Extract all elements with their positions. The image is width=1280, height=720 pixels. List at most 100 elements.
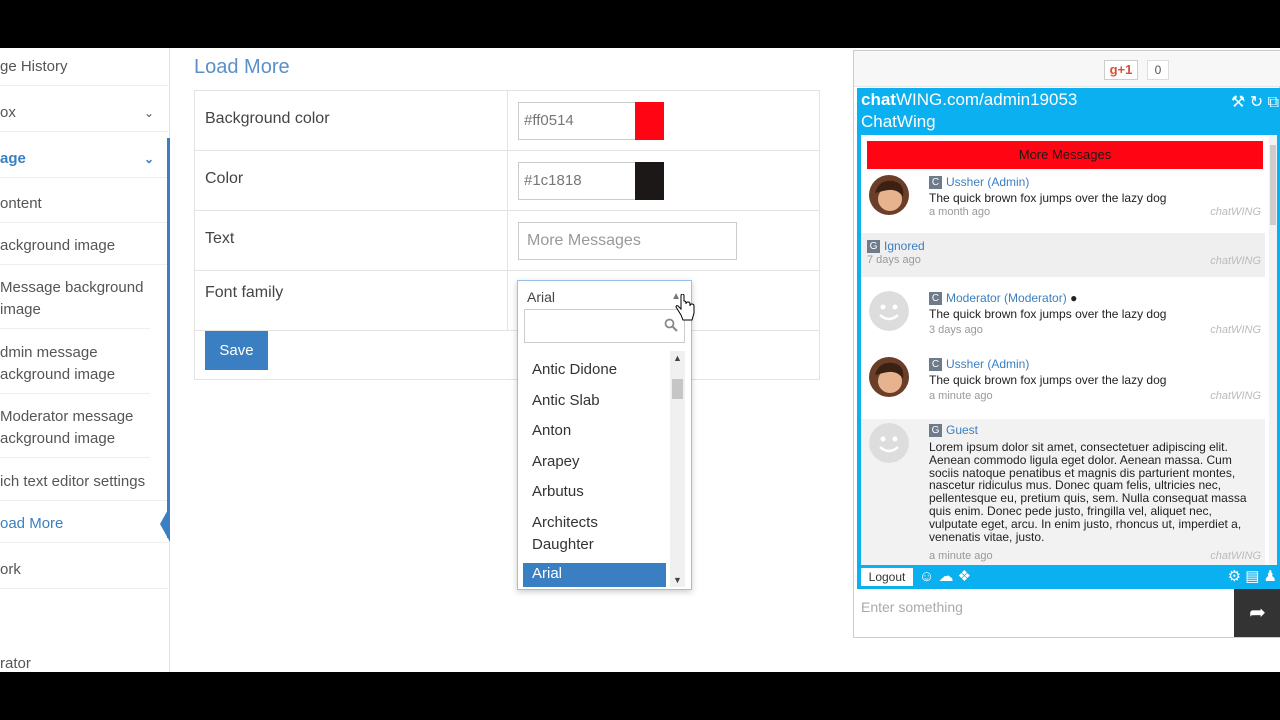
scroll-down-icon[interactable]: ▼ xyxy=(673,575,682,585)
text-input[interactable]: More Messages xyxy=(518,222,737,260)
color-swatch[interactable] xyxy=(635,162,664,200)
emoticon-icon[interactable]: ☺ xyxy=(919,568,934,585)
message-author[interactable]: C Ussher (Admin) xyxy=(929,357,1030,372)
guest-badge-icon: G xyxy=(929,424,942,438)
sidebar-item-label: ox xyxy=(0,104,16,121)
gear-icon[interactable]: ⚙ xyxy=(1228,568,1241,585)
message-time: a month ago xyxy=(929,206,991,218)
chat-message: G Guest Lorem ipsum dolor sit amet, conse… xyxy=(861,419,1265,565)
font-option[interactable]: Architects Daughter xyxy=(523,512,623,556)
message-author[interactable]: G Ignored xyxy=(867,239,925,254)
chat-url-rest: WING.com/admin19053 xyxy=(895,90,1078,109)
chatwing-brand: chatWING xyxy=(1210,324,1261,336)
sidebar-item-message-history[interactable]: ge History xyxy=(0,56,168,86)
wrench-icon[interactable]: ⚒ xyxy=(1231,94,1245,111)
fish-icon[interactable]: ❖ xyxy=(958,568,971,585)
sidebar-item-moderator[interactable]: rator xyxy=(0,653,168,672)
rss-icon[interactable]: ▤ xyxy=(1245,568,1259,585)
font-option[interactable]: Anton xyxy=(523,420,666,442)
font-option[interactable]: Arbutus xyxy=(523,481,666,503)
font-search-input[interactable] xyxy=(524,309,685,343)
load-more-button[interactable]: More Messages xyxy=(867,141,1263,169)
sidebar-item-network[interactable]: ork xyxy=(0,559,168,589)
send-arrow-icon[interactable]: ➦ xyxy=(1234,589,1280,637)
chat-box: chatWING.com/admin19053 ChatWing ⚒ ↻ ⧉ M… xyxy=(857,88,1280,637)
google-plus-button[interactable]: g+1 xyxy=(1104,60,1138,80)
chat-bubble-icon[interactable]: ☁ xyxy=(939,568,954,585)
font-family-select[interactable]: Arial ▲ Antic Didone Antic Slab Anton Ar… xyxy=(517,280,692,590)
row-text: Text More Messages xyxy=(195,211,819,271)
google-plus-count: 0 xyxy=(1147,60,1169,80)
sidebar-item-label: ge History xyxy=(0,58,68,75)
sidebar-item-message[interactable]: age ⌄ xyxy=(0,148,168,178)
sidebar-item-content[interactable]: ontent xyxy=(0,193,168,223)
sidebar-item-message-background-image[interactable]: Message background image xyxy=(0,277,150,329)
toolbar-left-icons: ☺ ☁ ❖ xyxy=(919,567,971,585)
sidebar-item-label: ontent xyxy=(0,195,42,212)
message-text: The quick brown fox jumps over the lazy … xyxy=(929,307,1167,321)
sidebar-item-label: Message background image xyxy=(0,279,144,318)
sidebar-item-box[interactable]: ox ⌄ xyxy=(0,102,168,132)
message-author[interactable]: C Moderator (Moderator) ● xyxy=(929,291,1078,306)
users-icon[interactable]: ♟ xyxy=(1264,568,1277,585)
column-divider xyxy=(507,211,508,271)
message-text: The quick brown fox jumps over the lazy … xyxy=(929,373,1167,387)
sidebar-item-rich-text-editor-settings[interactable]: ich text editor settings xyxy=(0,471,168,501)
avatar[interactable] xyxy=(869,175,909,215)
message-author[interactable]: G Guest xyxy=(929,423,978,438)
row-font-family: Font family xyxy=(195,271,819,331)
font-option[interactable]: Antic Slab xyxy=(523,390,666,412)
scrollbar-thumb[interactable] xyxy=(672,379,683,399)
message-time: a minute ago xyxy=(929,550,993,562)
chevron-down-icon: ⌄ xyxy=(143,152,154,166)
column-divider xyxy=(507,91,508,151)
chat-message: C Ussher (Admin) The quick brown fox jump… xyxy=(861,175,1265,227)
scrollbar-thumb[interactable] xyxy=(1270,145,1276,225)
sidebar-item-moderator-message-background-image[interactable]: Moderator message ackground image xyxy=(0,406,150,458)
default-avatar-icon[interactable] xyxy=(869,291,909,331)
background-color-swatch[interactable] xyxy=(635,102,664,140)
author-name: Moderator (Moderator) xyxy=(946,291,1067,305)
sidebar-item-background-image[interactable]: ackground image xyxy=(0,235,168,265)
column-divider xyxy=(507,151,508,211)
avatar[interactable] xyxy=(869,357,909,397)
sidebar-item-label: dmin message ackground image xyxy=(0,344,116,383)
author-name: Ussher (Admin) xyxy=(946,357,1030,371)
sidebar-item-admin-message-background-image[interactable]: dmin message ackground image xyxy=(0,342,150,394)
background-color-input[interactable]: #ff0514 xyxy=(518,102,636,140)
default-avatar-icon[interactable] xyxy=(869,423,909,463)
chat-badge-icon: C xyxy=(929,292,942,306)
message-author[interactable]: C Ussher (Admin) xyxy=(929,175,1029,190)
chat-header-tools: ⚒ ↻ ⧉ xyxy=(1231,92,1279,112)
font-list-scrollbar[interactable]: ▲ ▼ xyxy=(670,351,685,587)
sidebar-item-label: ich text editor settings xyxy=(0,473,146,490)
field-label: Color xyxy=(205,170,244,187)
popout-icon[interactable]: ⧉ xyxy=(1268,94,1279,111)
chat-scrollbar[interactable] xyxy=(1269,135,1277,565)
sidebar-item-load-more[interactable]: oad More xyxy=(0,513,168,543)
scroll-up-icon[interactable]: ▲ xyxy=(673,353,682,363)
chat-message: C Ussher (Admin) The quick brown fox jump… xyxy=(861,357,1265,413)
font-selected-value: Arial xyxy=(527,289,556,305)
speech-bubble-icon: ● xyxy=(1070,291,1078,305)
column-divider xyxy=(507,271,508,331)
font-option[interactable]: Arapey xyxy=(523,451,666,473)
chat-url-prefix: chat xyxy=(861,90,896,109)
refresh-icon[interactable]: ↻ xyxy=(1250,94,1263,111)
chat-url[interactable]: chatWING.com/admin19053 xyxy=(861,90,1077,110)
message-time: 3 days ago xyxy=(929,324,983,336)
font-option[interactable]: Antic Didone xyxy=(523,359,666,381)
sidebar-item-label: Moderator message ackground image xyxy=(0,408,134,447)
row-background-color: Background color #ff0514 xyxy=(195,91,819,151)
chat-message-ignored: G Ignored 7 days ago chatWING xyxy=(861,233,1265,277)
color-input[interactable]: #1c1818 xyxy=(518,162,636,200)
font-option-selected[interactable]: Arial xyxy=(523,563,666,587)
logout-button[interactable]: Logout xyxy=(861,568,913,586)
chat-message-input[interactable]: Enter something xyxy=(861,595,1231,629)
save-button[interactable]: Save xyxy=(205,331,268,370)
settings-table: Background color #ff0514 Color #1c1818 T… xyxy=(194,90,820,380)
message-time: 7 days ago xyxy=(867,254,921,266)
chat-widget: g+1 0 chatWING.com/admin19053 ChatWing ⚒… xyxy=(853,50,1280,638)
message-text: The quick brown fox jumps over the lazy … xyxy=(929,191,1167,205)
chat-header: chatWING.com/admin19053 ChatWing ⚒ ↻ ⧉ xyxy=(857,88,1280,134)
